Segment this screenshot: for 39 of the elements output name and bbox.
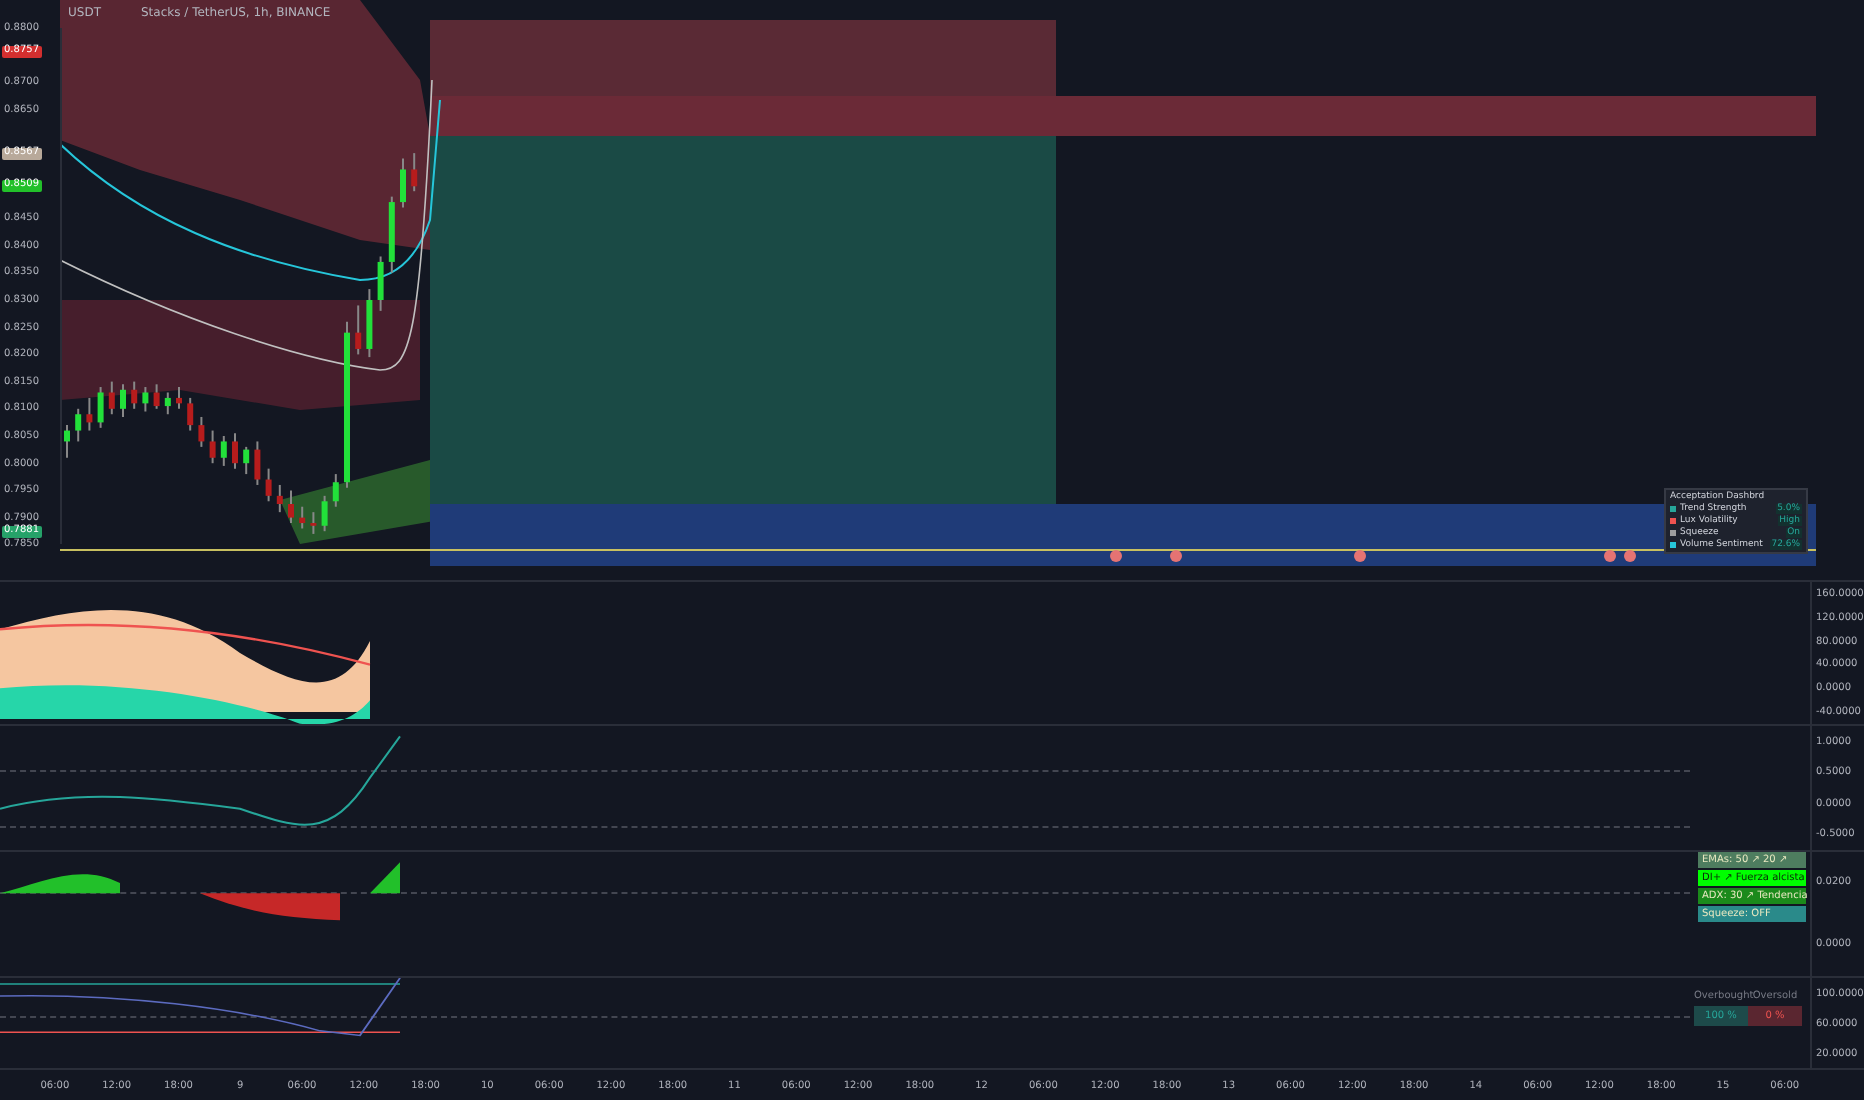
candle <box>299 505 306 530</box>
histogram-area <box>370 862 400 894</box>
signal-marker <box>1624 550 1636 562</box>
candle <box>276 483 283 514</box>
candle <box>120 383 126 418</box>
candle <box>321 494 328 533</box>
candle <box>187 396 194 432</box>
candle <box>164 391 171 416</box>
candle <box>332 473 339 508</box>
candle <box>411 152 418 193</box>
signal-marker <box>1170 550 1182 562</box>
candle <box>243 445 250 476</box>
signal-marker <box>1110 550 1122 562</box>
candle <box>75 407 82 443</box>
candle <box>97 386 104 429</box>
candle <box>377 255 384 312</box>
candle <box>142 386 149 413</box>
candle <box>198 415 205 448</box>
candle <box>153 383 160 410</box>
candle <box>400 157 406 209</box>
candle <box>254 440 261 486</box>
candle <box>131 380 138 410</box>
candle <box>64 424 70 459</box>
candle <box>388 195 395 274</box>
signal-marker <box>1354 550 1366 562</box>
candle <box>366 288 373 359</box>
candle <box>232 432 238 470</box>
candle <box>108 380 115 416</box>
candle <box>176 386 182 410</box>
candle <box>288 489 294 525</box>
candle <box>310 511 317 535</box>
candle <box>86 396 93 432</box>
candle <box>209 429 216 465</box>
signal-marker <box>1604 550 1616 562</box>
candle <box>220 435 227 467</box>
candle <box>265 467 272 503</box>
histogram-area <box>200 893 340 921</box>
histogram-area <box>0 874 120 894</box>
candle <box>355 304 362 356</box>
